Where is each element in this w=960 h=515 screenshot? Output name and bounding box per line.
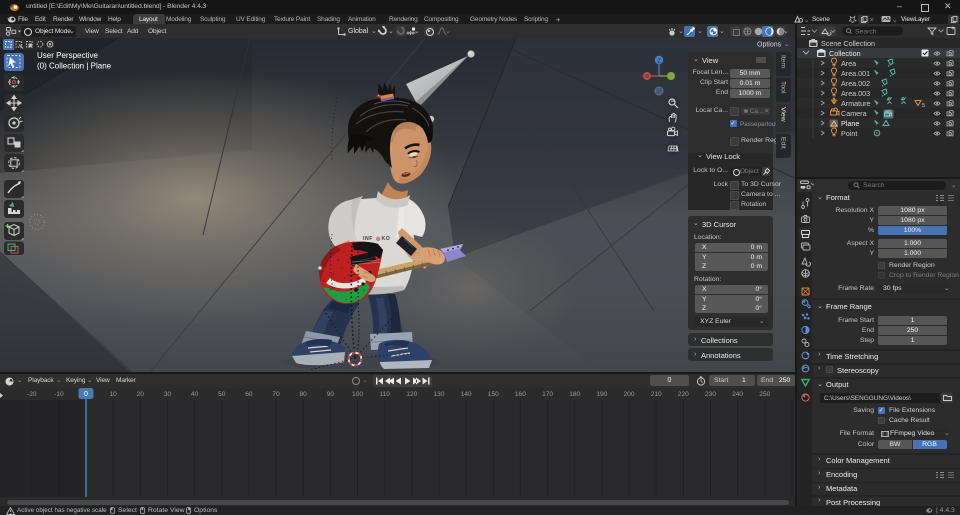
svg-text:190: 190 xyxy=(596,391,607,398)
svg-text:120: 120 xyxy=(406,391,417,398)
svg-text:50: 50 xyxy=(218,391,226,398)
svg-text:170: 170 xyxy=(542,391,553,398)
svg-text:Armature: Armature xyxy=(841,99,871,108)
svg-text:220: 220 xyxy=(678,391,689,398)
svg-text:-10: -10 xyxy=(54,391,64,398)
svg-text:90: 90 xyxy=(327,391,335,398)
svg-text:Plane: Plane xyxy=(841,119,859,128)
svg-text:210: 210 xyxy=(651,391,662,398)
svg-text:100: 100 xyxy=(352,391,363,398)
svg-text:Area.002: Area.002 xyxy=(841,79,870,88)
svg-text:KO: KO xyxy=(382,236,391,242)
svg-text:Area: Area xyxy=(841,59,856,68)
svg-text:240: 240 xyxy=(732,391,743,398)
svg-text:130: 130 xyxy=(433,391,444,398)
svg-text:Scene Collection: Scene Collection xyxy=(821,39,875,48)
svg-text:200: 200 xyxy=(623,391,634,398)
svg-text:160: 160 xyxy=(515,391,526,398)
svg-text:Point: Point xyxy=(841,129,857,138)
svg-text:150: 150 xyxy=(488,391,499,398)
svg-text:80: 80 xyxy=(300,391,308,398)
svg-text:250: 250 xyxy=(759,391,770,398)
svg-text:Options: Options xyxy=(757,42,782,49)
svg-text:⌄: ⌄ xyxy=(784,41,789,48)
svg-text:10: 10 xyxy=(110,391,118,398)
svg-text:180: 180 xyxy=(569,391,580,398)
svg-text:Collection: Collection xyxy=(829,49,861,58)
svg-text:User Perspective: User Perspective xyxy=(37,51,98,60)
svg-text:Area.001: Area.001 xyxy=(841,69,870,78)
svg-text:110: 110 xyxy=(379,391,390,398)
svg-text:Camera: Camera xyxy=(841,109,867,118)
svg-text:INF: INF xyxy=(363,236,373,242)
svg-text:20: 20 xyxy=(137,391,145,398)
svg-text:0: 0 xyxy=(84,391,88,398)
svg-text:60: 60 xyxy=(245,391,253,398)
svg-text:230: 230 xyxy=(705,391,716,398)
svg-text:Search: Search xyxy=(855,29,877,36)
svg-text:30: 30 xyxy=(164,391,172,398)
svg-text:70: 70 xyxy=(272,391,280,398)
svg-text:-20: -20 xyxy=(27,391,37,398)
svg-text:140: 140 xyxy=(461,391,472,398)
svg-text:Area.003: Area.003 xyxy=(841,89,870,98)
svg-text:5: 5 xyxy=(922,103,925,109)
svg-text:40: 40 xyxy=(191,391,199,398)
svg-text:◎: ◎ xyxy=(376,236,381,242)
svg-text:(0) Collection | Plane: (0) Collection | Plane xyxy=(37,62,112,71)
